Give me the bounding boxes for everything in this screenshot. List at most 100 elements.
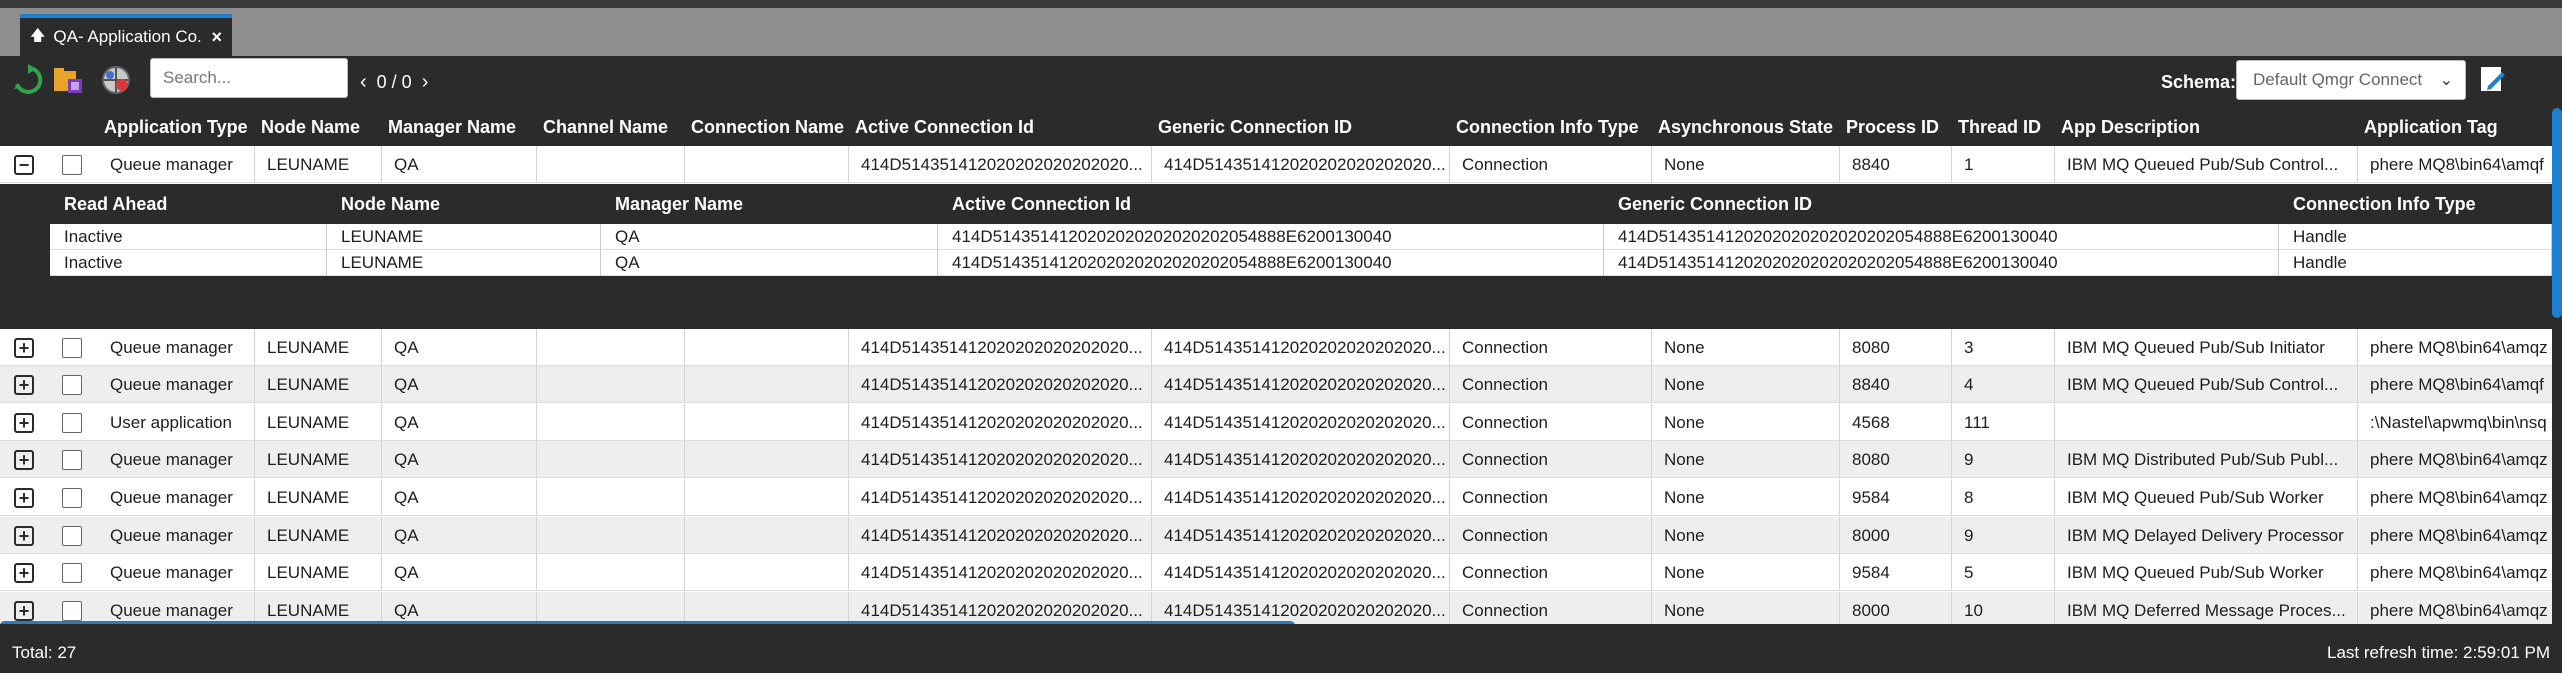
edit-icon[interactable] <box>2478 64 2512 98</box>
column-header[interactable]: Generic Connection ID <box>1152 108 1450 146</box>
table-cell: Queue manager <box>98 479 255 516</box>
table-cell: None <box>1652 554 1840 591</box>
detail-column-header[interactable]: Generic Connection ID <box>1604 184 2279 224</box>
row-checkbox[interactable] <box>62 488 82 508</box>
expand-icon[interactable]: + <box>14 375 34 395</box>
total-count: Total: 27 <box>12 643 77 662</box>
table-row[interactable]: + Queue manager LEUNAME QA 414D5143514120202… <box>0 592 2552 624</box>
detail-cell: 414D5143514120202020202020202054888E6200… <box>1604 224 2279 250</box>
table-cell: 414D514351412020202020202020... <box>849 517 1152 554</box>
tab-bar: 🡅 QA- Application Co... × <box>0 8 2562 56</box>
column-header[interactable]: Node Name <box>255 108 382 146</box>
table-cell: Connection <box>1450 366 1652 403</box>
detail-column-header[interactable]: Manager Name <box>601 184 938 224</box>
table-cell: None <box>1652 146 1840 183</box>
table-row[interactable]: + Queue manager LEUNAME QA 414D5143514120202… <box>0 517 2552 554</box>
expand-icon[interactable]: + <box>14 526 34 546</box>
collapse-icon[interactable]: − <box>14 155 34 175</box>
table-cell: 414D514351412020202020202020... <box>1152 146 1450 183</box>
detail-column-header[interactable]: Connection Info Type <box>2279 184 2552 224</box>
grid-header: Application Type Node Name Manager Name Cha… <box>0 108 2552 146</box>
table-cell: Queue manager <box>98 592 255 624</box>
detail-row[interactable]: Inactive LEUNAME QA 414D5143514120202020202… <box>50 250 2552 276</box>
detail-column-header[interactable]: Read Ahead <box>50 184 327 224</box>
column-header[interactable]: Application Tag <box>2358 108 2552 146</box>
table-row[interactable]: + Queue manager LEUNAME QA 414D5143514120202… <box>0 441 2552 478</box>
column-header[interactable]: Active Connection Id <box>849 108 1152 146</box>
expand-icon[interactable]: + <box>14 338 34 358</box>
column-header[interactable]: Application Type <box>98 108 255 146</box>
detail-column-header[interactable]: Node Name <box>327 184 601 224</box>
expand-icon[interactable]: + <box>14 413 34 433</box>
up-arrow-icon: 🡅 <box>30 26 46 44</box>
table-cell <box>537 554 685 591</box>
table-cell: Connection <box>1450 441 1652 478</box>
table-cell <box>537 592 685 624</box>
column-header[interactable]: Connection Name <box>685 108 849 146</box>
table-cell: 8080 <box>1840 329 1952 366</box>
detail-header: Read Ahead Node Name Manager Name Active Co… <box>50 184 2552 224</box>
table-row[interactable]: − Queue manager LEUNAME QA 414D5143514120202… <box>0 146 2552 183</box>
table-cell: Connection <box>1450 146 1652 183</box>
chevron-down-icon: ⌄ <box>2439 72 2453 89</box>
search-input[interactable] <box>150 58 348 98</box>
expand-icon[interactable]: + <box>14 601 34 621</box>
globe-settings-icon[interactable] <box>98 62 134 98</box>
row-checkbox[interactable] <box>62 155 82 175</box>
expand-icon[interactable]: + <box>14 563 34 583</box>
table-row[interactable]: + Queue manager LEUNAME QA 414D5143514120202… <box>0 479 2552 516</box>
detail-row[interactable]: Inactive LEUNAME QA 414D5143514120202020202… <box>50 224 2552 250</box>
table-cell: 111 <box>1952 404 2055 441</box>
chevron-right-icon[interactable]: › <box>422 71 429 94</box>
table-cell: 8 <box>1952 479 2055 516</box>
refresh-icon[interactable] <box>10 62 46 98</box>
column-header[interactable]: App Description <box>2055 108 2358 146</box>
row-checkbox[interactable] <box>62 526 82 546</box>
table-cell: 9584 <box>1840 554 1952 591</box>
table-cell <box>537 329 685 366</box>
row-checkbox[interactable] <box>62 375 82 395</box>
table-cell <box>537 517 685 554</box>
table-cell: IBM MQ Queued Pub/Sub Initiator <box>2055 329 2358 366</box>
search-pager: ‹ 0 / 0 › <box>360 56 428 108</box>
table-row[interactable]: + User application LEUNAME QA 414D5143514120… <box>0 404 2552 441</box>
column-header[interactable]: Process ID <box>1840 108 1952 146</box>
chevron-left-icon[interactable]: ‹ <box>360 71 367 94</box>
folder-icon[interactable] <box>50 62 86 98</box>
table-row[interactable]: + Queue manager LEUNAME QA 414D5143514120202… <box>0 554 2552 591</box>
detail-cell: LEUNAME <box>327 224 601 250</box>
column-header[interactable]: Thread ID <box>1952 108 2055 146</box>
expand-icon[interactable]: + <box>14 450 34 470</box>
schema-select[interactable]: Default Qmgr Connect ⌄ <box>2236 60 2466 100</box>
row-checkbox[interactable] <box>62 338 82 358</box>
detail-column-header[interactable]: Active Connection Id <box>938 184 1604 224</box>
expand-icon[interactable]: + <box>14 488 34 508</box>
row-checkbox[interactable] <box>62 601 82 621</box>
tab-qa-application-connections[interactable]: 🡅 QA- Application Co... × <box>20 14 232 56</box>
table-cell: None <box>1652 517 1840 554</box>
table-cell: None <box>1652 441 1840 478</box>
column-header[interactable]: Asynchronous State <box>1652 108 1840 146</box>
table-cell: None <box>1652 404 1840 441</box>
column-header[interactable]: Connection Info Type <box>1450 108 1652 146</box>
table-row[interactable]: + Queue manager LEUNAME QA 414D5143514120202… <box>0 329 2552 366</box>
detail-cell: 414D5143514120202020202020202054888E6200… <box>1604 250 2279 276</box>
table-cell: Connection <box>1450 479 1652 516</box>
detail-cell: Handle <box>2279 224 2552 250</box>
close-icon[interactable]: × <box>211 27 222 48</box>
vertical-scrollbar[interactable] <box>2552 108 2562 318</box>
horizontal-scrollbar[interactable] <box>0 621 1295 624</box>
row-checkbox[interactable] <box>62 413 82 433</box>
table-cell: 414D514351412020202020202020... <box>849 479 1152 516</box>
column-header[interactable]: Channel Name <box>537 108 685 146</box>
column-header[interactable]: Manager Name <box>382 108 537 146</box>
table-cell: None <box>1652 366 1840 403</box>
table-cell: phere MQ8\bin64\amqz <box>2358 329 2552 366</box>
table-row[interactable]: + Queue manager LEUNAME QA 414D5143514120202… <box>0 366 2552 403</box>
row-checkbox[interactable] <box>62 450 82 470</box>
table-cell: 414D514351412020202020202020... <box>849 329 1152 366</box>
table-cell: 414D514351412020202020202020... <box>849 592 1152 624</box>
table-cell: 414D514351412020202020202020... <box>1152 479 1450 516</box>
table-cell: Connection <box>1450 517 1652 554</box>
row-checkbox[interactable] <box>62 563 82 583</box>
